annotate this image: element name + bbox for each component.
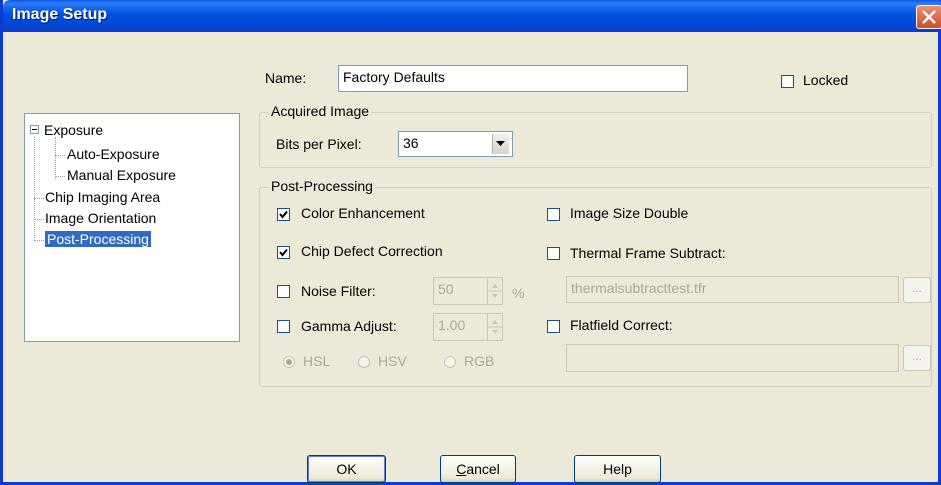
noise-filter-label: Noise Filter: [301,283,376,299]
noise-filter-input[interactable]: 50 [433,277,489,305]
checkmark-icon [279,210,288,219]
close-icon [922,10,936,24]
hsv-radio[interactable] [358,356,370,368]
cancel-mnemonic: C [456,461,467,477]
tree-item-auto-exposure[interactable]: Auto-Exposure [67,146,160,162]
gamma-adjust-input[interactable]: 1.00 [433,313,489,341]
ok-button[interactable]: OK [307,455,386,483]
tree-connector [34,219,44,220]
settings-tree[interactable]: Exposure Auto-Exposure Manual Exposure C… [24,113,240,342]
thermal-frame-checkbox[interactable] [547,247,560,260]
chip-defect-checkbox[interactable] [277,246,290,259]
thermal-browse-button[interactable]: ... [903,277,931,303]
image-size-double-checkbox[interactable] [547,208,560,221]
tree-item-manual-exposure[interactable]: Manual Exposure [67,167,176,183]
noise-filter-unit: % [512,285,525,301]
bits-per-pixel-label: Bits per Pixel: [276,136,362,152]
flatfield-browse-button[interactable]: ... [903,345,931,371]
tree-connector [55,176,65,177]
title-bar[interactable]: Image Setup [3,0,941,32]
tree-item-chip-imaging-area[interactable]: Chip Imaging Area [45,189,160,205]
spin-arrows-icon [488,320,502,334]
tree-item-exposure[interactable]: Exposure [44,122,103,138]
locked-checkbox[interactable] [781,75,794,88]
hsl-label: HSL [303,353,331,369]
color-enhancement-label: Color Enhancement [301,205,425,221]
thermal-frame-file-input[interactable]: thermalsubtracttest.tfr [566,276,899,303]
flatfield-label: Flatfield Correct: [570,317,673,333]
bits-dropdown-button[interactable] [492,134,509,154]
tree-connector [55,155,65,156]
color-enhancement-checkbox[interactable] [277,208,290,221]
chip-defect-label: Chip Defect Correction [301,243,443,259]
gamma-adjust-checkbox[interactable] [277,320,290,333]
post-processing-title: Post-Processing [269,178,375,194]
tree-connector [34,240,44,241]
cancel-button[interactable]: Cancel [440,455,516,483]
chevron-down-icon [496,141,505,146]
locked-label: Locked [803,72,849,88]
checkmark-icon [279,248,288,257]
rgb-label: RGB [464,353,495,369]
image-size-double-label: Image Size Double [570,205,689,221]
tree-connector [34,137,35,238]
window-title: Image Setup [12,6,108,23]
hsl-radio[interactable] [283,356,295,368]
image-setup-dialog: Image Setup Exposure Auto-Exposure Manua… [0,0,941,485]
thermal-frame-label: Thermal Frame Subtract: [570,245,726,261]
tree-item-post-processing[interactable]: Post-Processing [45,231,151,247]
spin-arrows-icon [488,284,502,298]
tree-connector [34,198,44,199]
name-input[interactable]: Factory Defaults [338,65,688,92]
gamma-adjust-spinner[interactable] [487,313,503,341]
collapse-icon[interactable] [30,125,39,134]
flatfield-file-input[interactable] [566,344,899,372]
acquired-image-title: Acquired Image [269,103,372,119]
rgb-radio[interactable] [444,356,456,368]
tree-item-image-orientation[interactable]: Image Orientation [45,210,156,226]
name-label: Name: [265,70,307,86]
tree-connector [55,137,56,179]
gamma-adjust-label: Gamma Adjust: [301,318,397,334]
hsv-label: HSV [378,353,407,369]
help-button[interactable]: Help [574,455,661,483]
noise-filter-spinner[interactable] [487,277,503,305]
close-button[interactable] [916,5,941,29]
flatfield-checkbox[interactable] [547,320,560,333]
bits-per-pixel-value: 36 [403,135,419,151]
cancel-label: ancel [466,461,500,477]
noise-filter-checkbox[interactable] [277,285,290,298]
